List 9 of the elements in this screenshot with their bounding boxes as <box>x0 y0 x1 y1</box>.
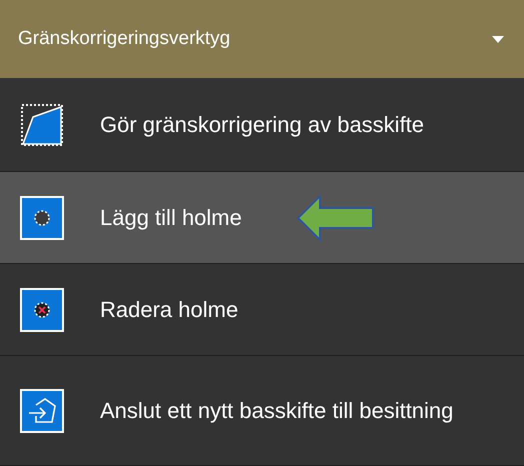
connect-icon <box>20 388 64 432</box>
dropdown-header[interactable]: Gränskorrigeringsverktyg <box>0 0 524 78</box>
menu-item[interactable]: Lägg till holme <box>0 172 524 264</box>
menu-item-label: Lägg till holme <box>100 204 242 232</box>
menu-item-label: Gör gränskorrigering av basskifte <box>100 110 424 139</box>
menu-item-label: Radera holme <box>100 296 238 324</box>
dropdown-title: Gränskorrigeringsverktyg <box>18 28 230 50</box>
boundary-shape-icon <box>20 102 64 146</box>
menu-item-label: Anslut ett nytt basskifte till besittning <box>100 396 454 425</box>
